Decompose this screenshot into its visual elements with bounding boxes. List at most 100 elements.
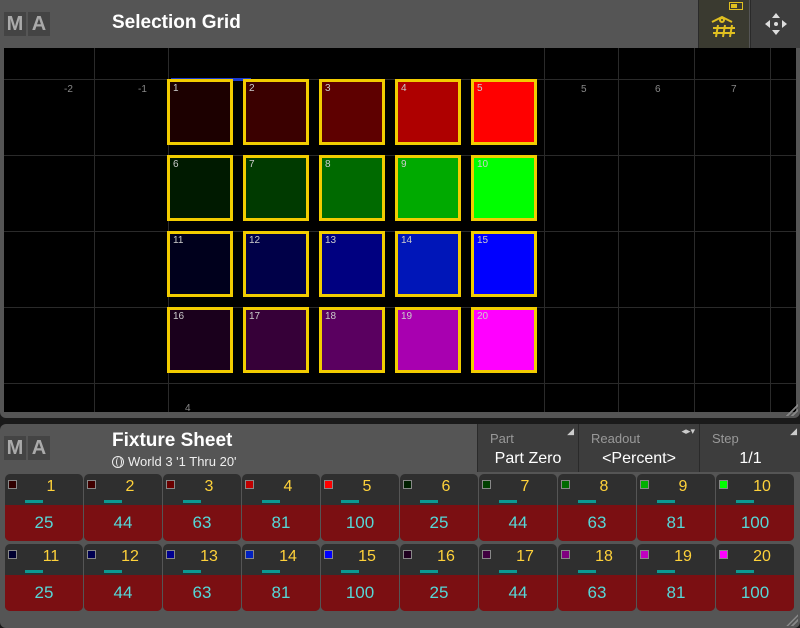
dimmer-value: 25 [400, 575, 478, 611]
channel-tile[interactable]: 10 100 [716, 474, 794, 541]
fixture-cell-number: 8 [325, 159, 331, 170]
channel-indicator [736, 570, 754, 573]
dimmer-value: 25 [5, 505, 83, 541]
fixture-cell[interactable]: 2 [243, 79, 309, 145]
fixture-cell[interactable]: 5 [471, 79, 537, 145]
channel-indicator [578, 570, 596, 573]
fixture-cell[interactable]: 4 [395, 79, 461, 145]
ma-logo-a: A [28, 436, 50, 460]
fixture-cell[interactable]: 14 [395, 231, 461, 297]
grid-line [694, 48, 695, 412]
fixture-cell[interactable]: 19 [395, 307, 461, 373]
channel-indicator [104, 570, 122, 573]
fixture-cell-number: 3 [325, 83, 331, 94]
dimmer-value: 63 [558, 575, 636, 611]
channel-tile[interactable]: 8 63 [558, 474, 636, 541]
ma-logo[interactable]: M A [4, 12, 50, 36]
dimmer-value: 44 [479, 575, 557, 611]
edit-corner-icon: ◢ [567, 426, 574, 436]
axis-label: 6 [655, 84, 661, 95]
world-filter-label: World 3 '1 Thru 20' [128, 454, 237, 469]
grid-line [4, 383, 796, 384]
dimmer-value: 25 [5, 575, 83, 611]
readout-caption: Readout [591, 431, 641, 446]
fixture-cell[interactable]: 12 [243, 231, 309, 297]
fixture-cell[interactable]: 11 [167, 231, 233, 297]
channel-tile[interactable]: 16 25 [400, 544, 478, 611]
channel-tile[interactable]: 17 44 [479, 544, 557, 611]
grid-line [544, 48, 545, 412]
part-control[interactable]: ◢ Part Part Zero [477, 424, 578, 472]
grid-line [770, 48, 771, 412]
channel-tile[interactable]: 12 44 [84, 544, 162, 611]
channel-indicator [262, 570, 280, 573]
channel-tile[interactable]: 4 81 [242, 474, 320, 541]
channel-tile[interactable]: 19 81 [637, 544, 715, 611]
step-control[interactable]: ◢ Step 1/1 [699, 424, 800, 472]
fixture-cell[interactable]: 6 [167, 155, 233, 221]
channel-tile[interactable]: 14 81 [242, 544, 320, 611]
dimmer-value: 63 [558, 505, 636, 541]
channel-tile[interactable]: 3 63 [163, 474, 241, 541]
world-filter: World 3 '1 Thru 20' [112, 454, 237, 469]
axis-label: 7 [731, 84, 737, 95]
channel-tile[interactable]: 5 100 [321, 474, 399, 541]
move-arrows-icon [765, 13, 787, 35]
channel-tile[interactable]: 18 63 [558, 544, 636, 611]
resize-handle[interactable] [786, 614, 798, 626]
dimmer-value: 100 [716, 575, 794, 611]
fixture-cell[interactable]: 13 [319, 231, 385, 297]
channel-tile[interactable]: 15 100 [321, 544, 399, 611]
fixture-cell-number: 18 [325, 311, 337, 322]
channel-tile[interactable]: 13 63 [163, 544, 241, 611]
channel-id: 12 [121, 548, 139, 565]
dimmer-value: 44 [84, 505, 162, 541]
fixture-cell[interactable]: 3 [319, 79, 385, 145]
fixture-cell[interactable]: 10 [471, 155, 537, 221]
channel-tile[interactable]: 20 100 [716, 544, 794, 611]
channel-tile[interactable]: 7 44 [479, 474, 557, 541]
dimmer-value: 81 [242, 575, 320, 611]
axis-label: 5 [581, 84, 587, 95]
selection-grid-header: M A Selection Grid [0, 0, 800, 48]
fixture-cell[interactable]: 8 [319, 155, 385, 221]
fixture-cell-number: 12 [249, 235, 261, 246]
dimmer-value: 44 [479, 505, 557, 541]
fixture-cell-number: 19 [401, 311, 413, 322]
dimmer-value: 81 [242, 505, 320, 541]
grid-line [94, 48, 95, 412]
selection-tool-button[interactable] [698, 0, 749, 48]
fixture-cell[interactable]: 7 [243, 155, 309, 221]
channel-id: 14 [279, 548, 297, 565]
fixture-sheet-title: Fixture Sheet [112, 430, 233, 451]
fixture-cell[interactable]: 1 [167, 79, 233, 145]
move-tool-button[interactable] [750, 0, 800, 48]
channel-indicator [420, 500, 438, 503]
fixture-cell[interactable]: 16 [167, 307, 233, 373]
channel-tile[interactable]: 2 44 [84, 474, 162, 541]
channel-id: 16 [437, 548, 455, 565]
selection-grid-canvas[interactable]: -2 -1 5 6 7 4 1 2 3 4 5 6 7 8 9 10 11 12 13 14 15 16 17 1… [4, 48, 796, 412]
fixture-cell-number: 10 [477, 159, 489, 170]
channel-id: 7 [520, 478, 530, 495]
fixture-cell[interactable]: 18 [319, 307, 385, 373]
dimmer-value: 63 [163, 505, 241, 541]
arrows-icon: ◂▸▾ [681, 426, 695, 436]
edit-corner-icon: ◢ [790, 426, 797, 436]
fixture-cell-number: 6 [173, 159, 179, 170]
fixture-cell[interactable]: 9 [395, 155, 461, 221]
channel-tile[interactable]: 6 25 [400, 474, 478, 541]
channel-id: 13 [200, 548, 218, 565]
channel-tile[interactable]: 9 81 [637, 474, 715, 541]
resize-handle[interactable] [786, 404, 798, 416]
channel-tile[interactable]: 1 25 [5, 474, 83, 541]
ma-logo[interactable]: M A [4, 436, 50, 460]
channel-id: 19 [674, 548, 692, 565]
fixture-cell[interactable]: 20 [471, 307, 537, 373]
channel-id: 20 [753, 548, 771, 565]
fixture-cell[interactable]: 17 [243, 307, 309, 373]
fixture-cell[interactable]: 15 [471, 231, 537, 297]
channel-tile[interactable]: 11 25 [5, 544, 83, 611]
channel-indicator [499, 570, 517, 573]
readout-control[interactable]: ◂▸▾ Readout <Percent> [578, 424, 699, 472]
